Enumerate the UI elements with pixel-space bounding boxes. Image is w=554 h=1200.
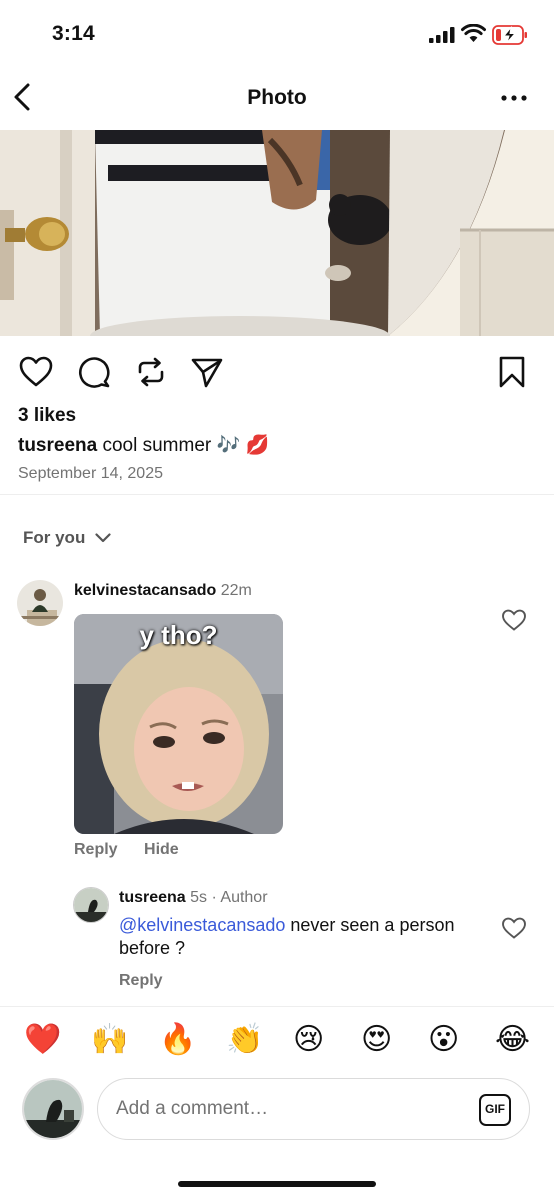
comments-sort-dropdown[interactable]: For you <box>23 528 111 548</box>
caption-text: cool summer 🎶 💋 <box>102 435 270 456</box>
avatar[interactable] <box>73 887 109 923</box>
gif-caption-text: y tho? <box>139 620 218 650</box>
reply-button[interactable]: Reply <box>119 972 163 989</box>
comment-username[interactable]: tusreena <box>119 889 186 906</box>
gif-button[interactable]: GIF <box>479 1094 511 1126</box>
comment-text: @kelvinestacansado never seen a person b… <box>119 914 479 960</box>
comment-time: 22m <box>220 582 252 599</box>
save-bookmark-icon[interactable] <box>494 354 530 390</box>
cellular-signal-icon <box>429 27 455 43</box>
top-nav-bar: Photo <box>0 70 554 128</box>
caption-username[interactable]: tusreena <box>18 435 97 456</box>
wifi-icon <box>461 24 486 42</box>
repost-icon[interactable] <box>133 354 169 390</box>
hide-button[interactable]: Hide <box>144 841 179 858</box>
comment-input-placeholder: Add a comment… <box>116 1098 269 1119</box>
chevron-down-icon <box>95 533 111 543</box>
divider <box>0 1006 554 1007</box>
mention-link[interactable]: @kelvinestacansado <box>119 915 285 935</box>
comment-actions: Reply Hide <box>74 841 201 859</box>
comment-gif[interactable]: y tho? <box>74 614 283 834</box>
comment-input[interactable]: Add a comment… GIF <box>97 1078 530 1140</box>
post-caption: tusreena cool summer 🎶 💋 <box>18 433 269 457</box>
emoji-heart-eyes[interactable]: 😍 <box>361 1018 392 1062</box>
comment-actions: Reply <box>119 972 185 990</box>
status-time: 3:14 <box>52 22 95 45</box>
emoji-clap[interactable]: 👏 <box>226 1018 263 1062</box>
comment-bubble-icon[interactable] <box>76 354 112 390</box>
post-photo-image <box>0 130 554 336</box>
comment-username[interactable]: kelvinestacansado <box>74 582 216 599</box>
divider <box>0 494 554 495</box>
like-heart-icon[interactable] <box>18 354 54 390</box>
share-send-icon[interactable] <box>189 354 225 390</box>
reply-button[interactable]: Reply <box>74 841 118 858</box>
status-bar: 3:14 <box>0 0 554 70</box>
sort-label: For you <box>23 528 86 547</box>
comment-header: kelvinestacansado 22m <box>74 582 252 600</box>
page-title: Photo <box>247 86 307 109</box>
emoji-fire[interactable]: 🔥 <box>159 1018 196 1062</box>
emoji-laughing[interactable]: 😂 <box>495 1018 530 1062</box>
emoji-heart[interactable]: ❤️ <box>24 1018 61 1062</box>
post-date: September 14, 2025 <box>18 465 163 482</box>
post-photo[interactable] <box>0 130 554 336</box>
emoji-quick-bar: ❤️ 🙌 🔥 👏 😢 😍 😮 😂 <box>0 1018 554 1062</box>
comment-header: tusreena 5s · Author <box>119 889 268 907</box>
likes-count[interactable]: 3 likes <box>18 405 76 427</box>
home-indicator[interactable] <box>178 1181 376 1187</box>
post-actions <box>0 350 554 396</box>
more-options-icon[interactable] <box>500 88 528 108</box>
avatar[interactable] <box>17 580 63 626</box>
battery-charging-icon <box>492 25 527 45</box>
current-user-avatar <box>22 1078 84 1140</box>
comment-meta: 5s · Author <box>190 889 268 906</box>
emoji-crying[interactable]: 😢 <box>293 1018 324 1062</box>
comment-like-heart-icon[interactable] <box>501 916 527 940</box>
emoji-raised-hands[interactable]: 🙌 <box>91 1018 128 1062</box>
emoji-surprised[interactable]: 😮 <box>428 1018 459 1062</box>
comment-like-heart-icon[interactable] <box>501 608 527 632</box>
